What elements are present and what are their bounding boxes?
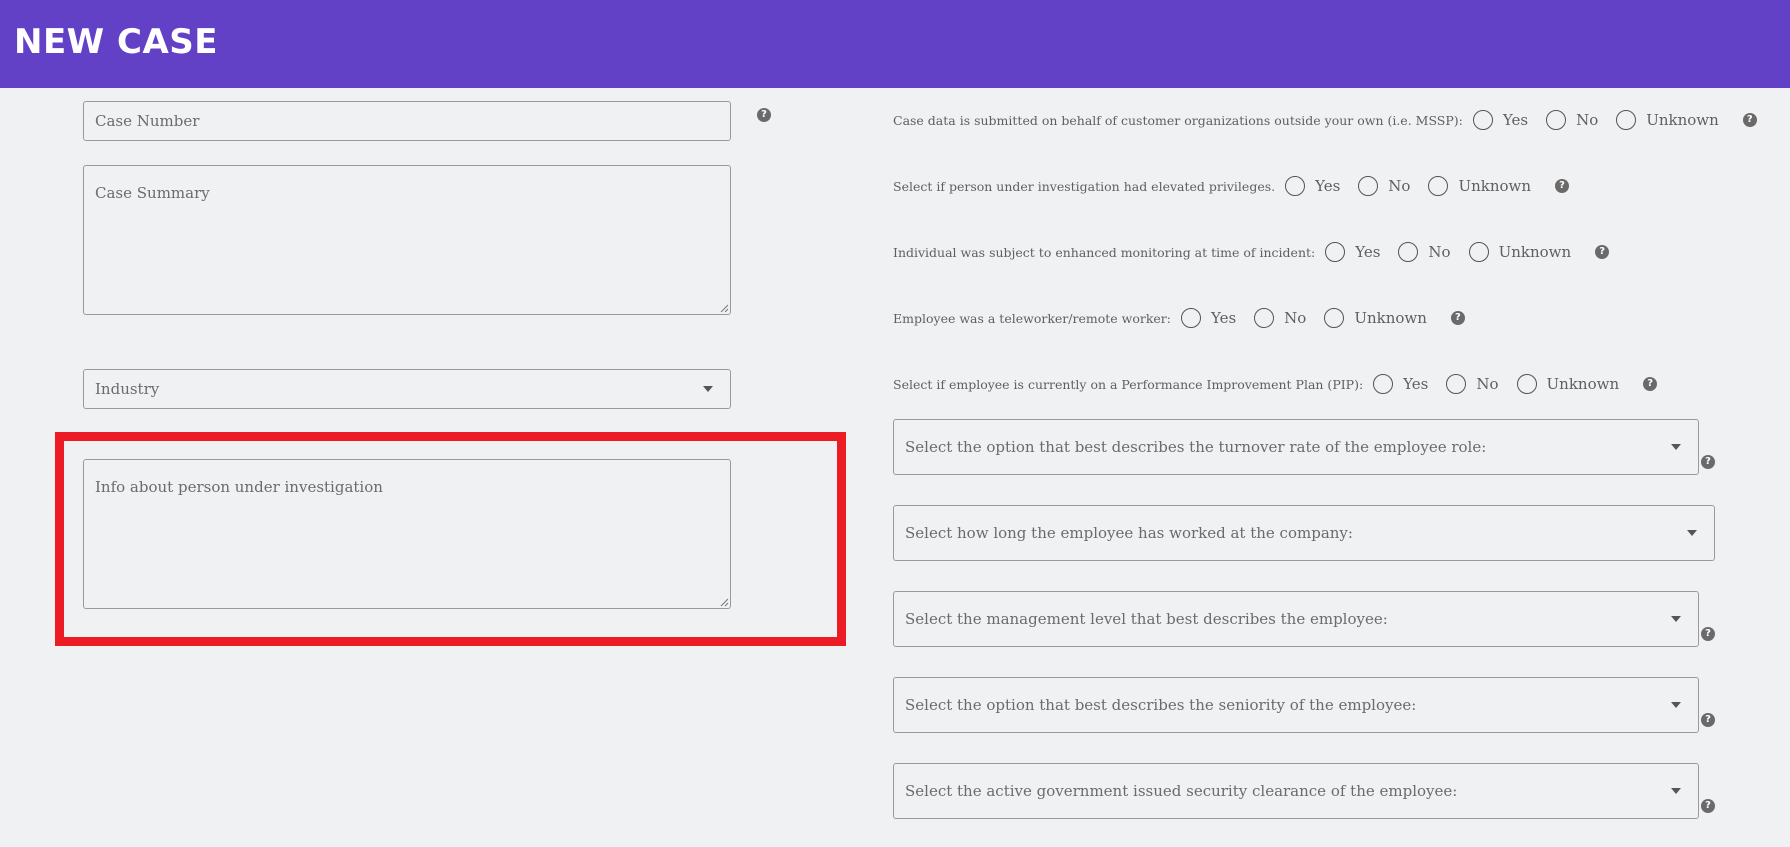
select-placeholder: Select the active government issued secu…	[905, 782, 1458, 800]
chevron-down-icon	[1671, 616, 1681, 622]
industry-select[interactable]: Industry	[83, 369, 731, 409]
question-label: Case data is submitted on behalf of cust…	[893, 112, 1463, 128]
radio-button[interactable]	[1616, 110, 1637, 130]
question-label: Select if employee is currently on a Per…	[893, 376, 1364, 392]
radio-option-yes[interactable]: Yes	[1325, 242, 1380, 262]
radio-button[interactable]	[1468, 242, 1489, 262]
chevron-down-icon	[1671, 444, 1681, 450]
help-icon[interactable]: ?	[1701, 799, 1715, 813]
tenure-select[interactable]: Select how long the employee has worked …	[893, 505, 1715, 561]
security-clearance-select[interactable]: Select the active government issued secu…	[893, 763, 1699, 819]
radio-option-yes[interactable]: Yes	[1180, 308, 1236, 328]
chevron-down-icon	[1687, 530, 1697, 536]
radio-option-no[interactable]: No	[1446, 374, 1499, 394]
help-icon[interactable]: ?	[1701, 713, 1715, 727]
turnover-rate-select[interactable]: Select the option that best describes th…	[893, 419, 1699, 475]
radio-button[interactable]	[1373, 374, 1394, 394]
radio-option-yes[interactable]: Yes	[1472, 110, 1528, 130]
case-summary-textarea[interactable]: Case Summary	[83, 165, 731, 315]
chevron-down-icon	[1671, 702, 1681, 708]
help-icon[interactable]: ?	[1742, 113, 1757, 127]
radio-button[interactable]	[1446, 374, 1467, 394]
select-placeholder: Select the management level that best de…	[905, 610, 1388, 628]
help-icon[interactable]: ?	[1701, 627, 1715, 641]
select-placeholder: Select how long the employee has worked …	[905, 524, 1353, 542]
help-icon[interactable]: ?	[1595, 245, 1610, 259]
radio-option-unknown[interactable]: Unknown	[1468, 242, 1571, 262]
radio-question-mssp: Case data is submitted on behalf of cust…	[893, 108, 1757, 132]
radio-button[interactable]	[1516, 374, 1537, 394]
radio-option-unknown[interactable]: Unknown	[1616, 110, 1719, 130]
page-title: NEW CASE	[14, 22, 218, 62]
seniority-select[interactable]: Select the option that best describes th…	[893, 677, 1699, 733]
radio-question-teleworker: Employee was a teleworker/remote worker:…	[893, 306, 1465, 330]
select-placeholder: Select the option that best describes th…	[905, 696, 1417, 714]
radio-button[interactable]	[1325, 242, 1346, 262]
radio-option-unknown[interactable]: Unknown	[1516, 374, 1619, 394]
radio-button[interactable]	[1472, 110, 1493, 130]
radio-button[interactable]	[1324, 308, 1345, 328]
radio-option-no[interactable]: No	[1546, 110, 1598, 130]
radio-option-yes[interactable]: Yes	[1285, 176, 1340, 196]
radio-button[interactable]	[1285, 176, 1306, 196]
radio-option-no[interactable]: No	[1398, 242, 1451, 262]
help-icon[interactable]: ?	[1450, 311, 1465, 325]
radio-question-enhanced-monitoring: Individual was subject to enhanced monit…	[893, 240, 1610, 264]
help-icon[interactable]: ?	[757, 108, 771, 122]
case-number-input[interactable]: Case Number	[83, 101, 731, 141]
radio-button[interactable]	[1546, 110, 1567, 130]
radio-button[interactable]	[1254, 308, 1275, 328]
management-level-select[interactable]: Select the management level that best de…	[893, 591, 1699, 647]
case-number-placeholder: Case Number	[95, 112, 200, 130]
radio-question-elevated-privileges: Select if person under investigation had…	[893, 174, 1570, 198]
radio-option-no[interactable]: No	[1254, 308, 1306, 328]
highlight-box	[55, 432, 846, 646]
help-icon[interactable]: ?	[1701, 455, 1715, 469]
chevron-down-icon	[703, 386, 713, 392]
radio-question-pip: Select if employee is currently on a Per…	[893, 372, 1658, 396]
question-label: Employee was a teleworker/remote worker:	[893, 310, 1171, 326]
radio-option-no[interactable]: No	[1358, 176, 1410, 196]
question-label: Individual was subject to enhanced monit…	[893, 244, 1316, 260]
radio-option-yes[interactable]: Yes	[1373, 374, 1428, 394]
select-placeholder: Select the option that best describes th…	[905, 438, 1487, 456]
help-icon[interactable]: ?	[1555, 179, 1570, 193]
radio-option-unknown[interactable]: Unknown	[1324, 308, 1427, 328]
question-label: Select if person under investigation had…	[893, 178, 1276, 194]
industry-placeholder: Industry	[95, 380, 160, 398]
radio-button[interactable]	[1180, 308, 1201, 328]
case-summary-placeholder: Case Summary	[95, 184, 210, 202]
help-icon[interactable]: ?	[1643, 377, 1658, 391]
radio-button[interactable]	[1398, 242, 1419, 262]
radio-option-unknown[interactable]: Unknown	[1428, 176, 1531, 196]
radio-button[interactable]	[1428, 176, 1449, 196]
page-header: NEW CASE	[0, 0, 1790, 88]
chevron-down-icon	[1671, 788, 1681, 794]
radio-button[interactable]	[1358, 176, 1379, 196]
resize-handle-icon[interactable]	[719, 303, 729, 313]
